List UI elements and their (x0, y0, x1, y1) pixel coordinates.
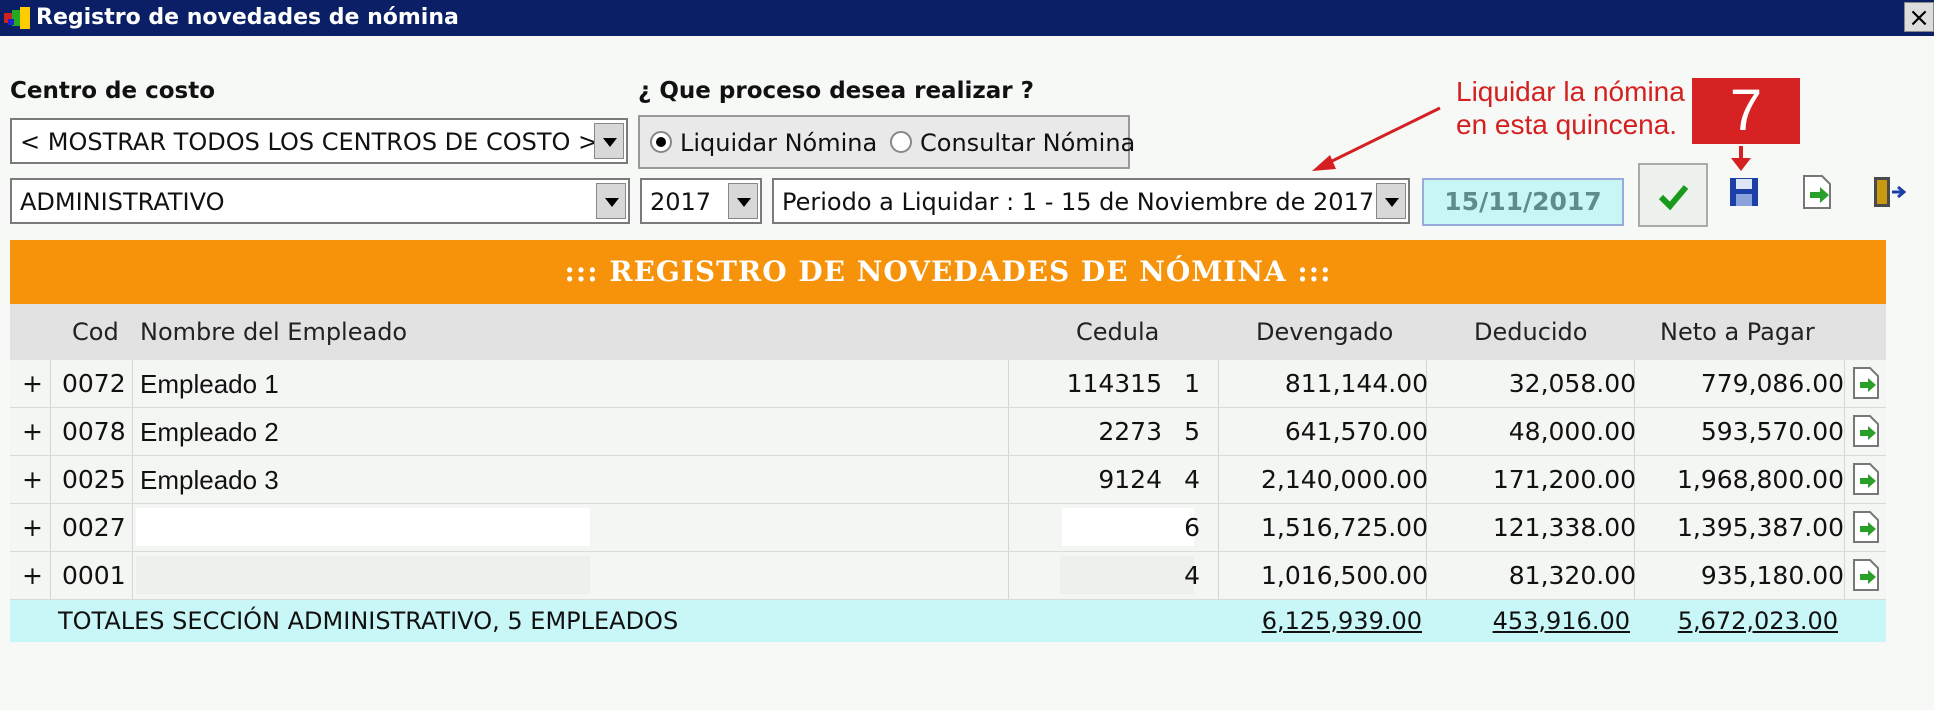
radio-checked-icon (650, 131, 672, 153)
window-title: Registro de novedades de nómina (36, 5, 459, 30)
table-row[interactable]: + 0078 Empleado 2 2273 5 641,570.00 48,0… (10, 408, 1886, 456)
expand-icon[interactable]: + (22, 465, 43, 494)
title-bar: Registro de novedades de nómina × (0, 0, 1934, 36)
confirm-button[interactable] (1638, 163, 1708, 227)
step-badge: 7 (1692, 78, 1800, 144)
process-label: ¿ Que proceso desea realizar ? (638, 78, 1034, 104)
col-deducido: Deducido (1474, 318, 1588, 346)
radio-unchecked-icon (890, 131, 912, 153)
cost-center-value: < MOSTRAR TODOS LOS CENTROS DE COSTO > (20, 128, 599, 156)
row-name: Empleado 3 (140, 465, 279, 495)
app-icon (4, 7, 30, 29)
section-value: ADMINISTRATIVO (20, 188, 225, 216)
col-neto: Neto a Pagar (1660, 318, 1815, 346)
row-devengado: 811,144.00 (1284, 369, 1428, 398)
row-neto: 1,968,800.00 (1677, 465, 1844, 494)
table-row[interactable]: + 0025 Empleado 3 9124 4 2,140,000.00 17… (10, 456, 1886, 504)
table-row[interactable]: + 0001 4 1,016,500.00 81,320.00 935,180.… (10, 552, 1886, 600)
row-neto: 779,086.00 (1700, 369, 1844, 398)
row-cod: 0025 (62, 465, 126, 494)
totals-row: TOTALES SECCIÓN ADMINISTRATIVO, 5 EMPLEA… (10, 600, 1886, 642)
period-select[interactable]: Periodo a Liquidar : 1 - 15 de Noviembre… (772, 178, 1410, 224)
row-deducido: 121,338.00 (1492, 513, 1636, 542)
col-name: Nombre del Empleado (140, 318, 408, 346)
row-cod: 0001 (62, 561, 126, 590)
table-header: Cod Nombre del Empleado Cedula Devengado… (10, 304, 1886, 360)
date-field[interactable]: 15/11/2017 (1422, 178, 1624, 226)
totals-devengado: 6,125,939.00 (1261, 607, 1422, 635)
col-cod: Cod (72, 318, 119, 346)
row-neto: 935,180.00 (1700, 561, 1844, 590)
export-document-icon[interactable] (1850, 414, 1882, 448)
row-devengado: 1,516,725.00 (1261, 513, 1428, 542)
row-cedula: 9124 (1098, 465, 1162, 494)
row-cod: 0078 (62, 417, 126, 446)
row-cedula-suffix: 5 (1184, 417, 1200, 446)
row-devengado: 1,016,500.00 (1261, 561, 1428, 590)
year-value: 2017 (650, 188, 712, 216)
export-document-icon[interactable] (1850, 462, 1882, 496)
process-radio-group: Liquidar Nómina Consultar Nómina (638, 115, 1135, 169)
export-document-icon[interactable] (1850, 510, 1882, 544)
expand-icon[interactable]: + (22, 369, 43, 398)
row-cedula-suffix: 4 (1184, 561, 1200, 590)
exit-door-icon[interactable] (1866, 172, 1906, 212)
redacted-area (136, 508, 590, 546)
col-cedula: Cedula (1076, 318, 1160, 346)
row-cedula-suffix: 6 (1184, 513, 1200, 542)
row-neto: 593,570.00 (1700, 417, 1844, 446)
row-name: Empleado 1 (140, 369, 279, 399)
close-button[interactable]: × (1904, 2, 1934, 33)
row-cod: 0027 (62, 513, 126, 542)
table-row[interactable]: + 0072 Empleado 1 114315 1 811,144.00 32… (10, 360, 1886, 408)
row-deducido: 171,200.00 (1492, 465, 1636, 494)
totals-label: TOTALES SECCIÓN ADMINISTRATIVO, 5 EMPLEA… (58, 607, 679, 635)
chevron-down-icon[interactable] (594, 123, 624, 159)
expand-icon[interactable]: + (22, 561, 43, 590)
col-devengado: Devengado (1256, 318, 1394, 346)
table-row[interactable]: + 0027 6 1,516,725.00 121,338.00 1,395,3… (10, 504, 1886, 552)
year-select[interactable]: 2017 (640, 178, 762, 224)
row-cedula-suffix: 1 (1184, 369, 1200, 398)
row-deducido: 81,320.00 (1508, 561, 1636, 590)
badge-arrow-icon (1731, 146, 1751, 171)
floppy-disk-icon[interactable] (1724, 172, 1764, 212)
section-select[interactable]: ADMINISTRATIVO (10, 178, 630, 224)
redacted-area (136, 556, 590, 594)
radio-consultar-nomina[interactable]: Consultar Nómina (890, 129, 1135, 157)
row-name: Empleado 2 (140, 417, 279, 447)
chevron-down-icon[interactable] (1376, 183, 1406, 219)
row-cod: 0072 (62, 369, 126, 398)
checkmark-icon (1658, 185, 1689, 211)
export-document-icon[interactable] (1850, 366, 1882, 400)
row-cedula: 114315 (1066, 369, 1162, 398)
chevron-down-icon[interactable] (728, 183, 758, 219)
export-document-icon[interactable] (1796, 172, 1836, 212)
period-value: Periodo a Liquidar : 1 - 15 de Noviembre… (782, 188, 1375, 216)
row-neto: 1,395,387.00 (1677, 513, 1844, 542)
cost-center-label: Centro de costo (10, 78, 215, 104)
totals-neto: 5,672,023.00 (1677, 607, 1838, 635)
row-devengado: 641,570.00 (1284, 417, 1428, 446)
totals-deducido: 453,916.00 (1492, 607, 1630, 635)
expand-icon[interactable]: + (22, 417, 43, 446)
cost-center-select[interactable]: < MOSTRAR TODOS LOS CENTROS DE COSTO > (10, 118, 628, 164)
chevron-down-icon[interactable] (596, 183, 626, 219)
banner-title: ::: REGISTRO DE NOVEDADES DE NÓMINA ::: (10, 240, 1886, 304)
expand-icon[interactable]: + (22, 513, 43, 542)
export-document-icon[interactable] (1850, 558, 1882, 592)
row-deducido: 48,000.00 (1508, 417, 1636, 446)
row-cedula: 2273 (1098, 417, 1162, 446)
row-cedula-suffix: 4 (1184, 465, 1200, 494)
radio-liquidar-nomina[interactable]: Liquidar Nómina (650, 129, 877, 157)
row-deducido: 32,058.00 (1508, 369, 1636, 398)
row-devengado: 2,140,000.00 (1261, 465, 1428, 494)
annotation-arrow-icon (1312, 106, 1441, 171)
